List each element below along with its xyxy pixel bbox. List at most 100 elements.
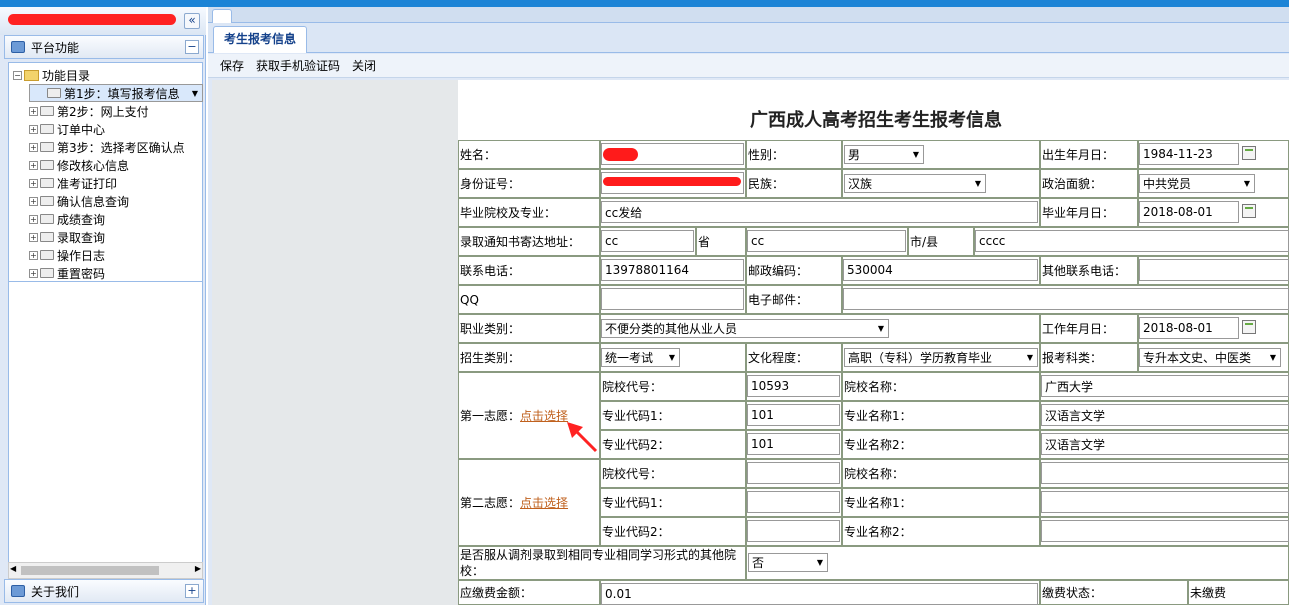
- tree-item-label: 准考证打印: [57, 176, 118, 191]
- adjust-label: 是否服从调剂录取到相同专业相同学习形式的其他院校：: [458, 546, 746, 580]
- grey-margin: [212, 80, 459, 605]
- ethnic-select[interactable]: 汉族: [844, 174, 986, 193]
- expand-icon[interactable]: +: [29, 232, 38, 242]
- adjust-select[interactable]: 否: [748, 553, 828, 572]
- c2-major-code2-input[interactable]: [747, 520, 840, 542]
- tree-item-modify[interactable]: + 修改核心信息: [29, 156, 129, 174]
- expand-icon[interactable]: +: [29, 178, 38, 188]
- tree-item-step3[interactable]: + 第3步：选择考区确认点: [29, 138, 185, 156]
- otherphone-input[interactable]: [1139, 259, 1289, 281]
- get-sms-code-button[interactable]: 获取手机验证码: [256, 57, 340, 74]
- home-tab[interactable]: [212, 9, 232, 23]
- c1-school-name-input[interactable]: 广西大学: [1041, 375, 1289, 397]
- enroll-select[interactable]: 统一考试: [601, 348, 680, 367]
- id-label: 身份证号：: [458, 169, 600, 198]
- collapse-sidebar-button[interactable]: «: [184, 13, 200, 29]
- scroll-thumb[interactable]: [21, 566, 159, 575]
- expand-icon[interactable]: +: [29, 160, 38, 170]
- tree-item-step2[interactable]: + 第2步：网上支付: [29, 102, 149, 120]
- school-input[interactable]: cc发给: [601, 201, 1038, 223]
- tree-item-reset-password[interactable]: + 重置密码: [29, 264, 105, 282]
- tree-item-confirm-query[interactable]: + 确认信息查询: [29, 192, 129, 210]
- platform-functions-header[interactable]: 平台功能 −: [4, 35, 204, 59]
- annotation-arrow-icon: [567, 422, 598, 453]
- edu-select[interactable]: 高职（专科）学历教育毕业: [844, 348, 1038, 367]
- tree-item-orders[interactable]: + 订单中心: [29, 120, 105, 138]
- c2-major-name2-input[interactable]: [1041, 520, 1289, 542]
- choice2-select-link[interactable]: 点击选择: [520, 494, 568, 511]
- tab-candidate-info[interactable]: 考生报考信息: [213, 26, 308, 53]
- subject-select[interactable]: 专升本文史、中医类: [1139, 348, 1281, 367]
- subject-label: 报考科类：: [1040, 343, 1138, 372]
- about-us-label: 关于我们: [31, 584, 80, 599]
- redacted-name: [603, 148, 638, 161]
- tree-item-admission-ticket[interactable]: + 准考证打印: [29, 174, 117, 192]
- workyear-label: 工作年月日：: [1040, 314, 1138, 343]
- gender-select[interactable]: 男: [844, 145, 924, 164]
- tree-item-step1[interactable]: 第1步：填写报考信息: [29, 84, 203, 102]
- platform-icon: [11, 41, 25, 53]
- postal-input[interactable]: 530004: [843, 259, 1038, 281]
- expand-icon[interactable]: +: [29, 196, 38, 206]
- calendar-icon[interactable]: [1242, 204, 1256, 218]
- c2-major-code1-input[interactable]: [747, 491, 840, 513]
- choice2-label-cell: 第二志愿： 点击选择: [458, 459, 600, 546]
- province-input[interactable]: cc: [601, 230, 694, 252]
- birth-input[interactable]: 1984-11-23: [1139, 143, 1239, 165]
- scroll-right-icon[interactable]: ▶: [195, 564, 201, 573]
- tree-item-label: 重置密码: [57, 266, 106, 281]
- calendar-icon[interactable]: [1242, 146, 1256, 160]
- book-icon: [40, 160, 54, 170]
- expand-icon[interactable]: +: [29, 142, 38, 152]
- c1-major-name1-input[interactable]: 汉语言文学: [1041, 404, 1289, 426]
- expand-icon[interactable]: +: [29, 250, 38, 260]
- expand-panel-button[interactable]: +: [185, 584, 199, 598]
- c1-school-code-input[interactable]: 10593: [747, 375, 840, 397]
- expand-icon[interactable]: +: [29, 214, 38, 224]
- tree-item-log[interactable]: + 操作日志: [29, 246, 105, 264]
- c1-major-name2-input[interactable]: 汉语言文学: [1041, 433, 1289, 455]
- qq-input[interactable]: [601, 288, 744, 310]
- workyear-input[interactable]: 2018-08-01: [1139, 317, 1239, 339]
- calendar-icon[interactable]: [1242, 320, 1256, 334]
- email-input[interactable]: [843, 288, 1289, 310]
- tree-horizontal-scrollbar[interactable]: ◀ ▶: [8, 562, 203, 579]
- tree-item-label: 第2步：网上支付: [57, 104, 149, 119]
- job-select[interactable]: 不便分类的其他从业人员: [601, 319, 889, 338]
- c2-major-name1-label: 专业名称1：: [842, 488, 1040, 517]
- c2-school-name-input[interactable]: [1041, 462, 1289, 484]
- folder-icon: [24, 69, 39, 81]
- gradyear-input[interactable]: 2018-08-01: [1139, 201, 1239, 223]
- expand-icon[interactable]: +: [29, 124, 38, 134]
- expand-icon[interactable]: +: [29, 106, 38, 116]
- tree-item-label: 第3步：选择考区确认点: [57, 140, 185, 155]
- political-select[interactable]: 中共党员: [1139, 174, 1255, 193]
- tree-item-admission[interactable]: + 录取查询: [29, 228, 105, 246]
- tree-item-scores[interactable]: + 成绩查询: [29, 210, 105, 228]
- collapse-tree-icon[interactable]: −: [13, 70, 22, 80]
- c1-major-name1-label: 专业名称1：: [842, 401, 1040, 430]
- choice1-select-link[interactable]: 点击选择: [520, 407, 568, 424]
- c1-major-code2-input[interactable]: 101: [747, 433, 840, 455]
- c2-school-name-label: 院校名称：: [842, 459, 1040, 488]
- otherphone-label: 其他联系电话：: [1040, 256, 1138, 285]
- county-input[interactable]: cccc: [975, 230, 1289, 252]
- top-accent-bar: [0, 0, 1289, 7]
- expand-icon[interactable]: +: [29, 268, 38, 278]
- c2-school-code-input[interactable]: [747, 462, 840, 484]
- phone-input[interactable]: 13978801164: [601, 259, 744, 281]
- political-label: 政治面貌：: [1040, 169, 1138, 198]
- about-us-header[interactable]: 关于我们 +: [4, 579, 204, 603]
- tree-root[interactable]: − 功能目录: [13, 66, 90, 84]
- c1-major-code1-input[interactable]: 101: [747, 404, 840, 426]
- save-button[interactable]: 保存: [220, 57, 244, 74]
- scroll-left-icon[interactable]: ◀: [10, 564, 16, 573]
- collapse-panel-button[interactable]: −: [185, 40, 199, 54]
- c2-major-name1-input[interactable]: [1041, 491, 1289, 513]
- platform-functions-label: 平台功能: [31, 40, 80, 55]
- c1-major-code1-label: 专业代码1：: [600, 401, 746, 430]
- email-label: 电子邮件：: [746, 285, 842, 314]
- city-input[interactable]: cc: [747, 230, 906, 252]
- close-button[interactable]: 关闭: [352, 57, 376, 74]
- redacted-brand-title: [8, 14, 176, 25]
